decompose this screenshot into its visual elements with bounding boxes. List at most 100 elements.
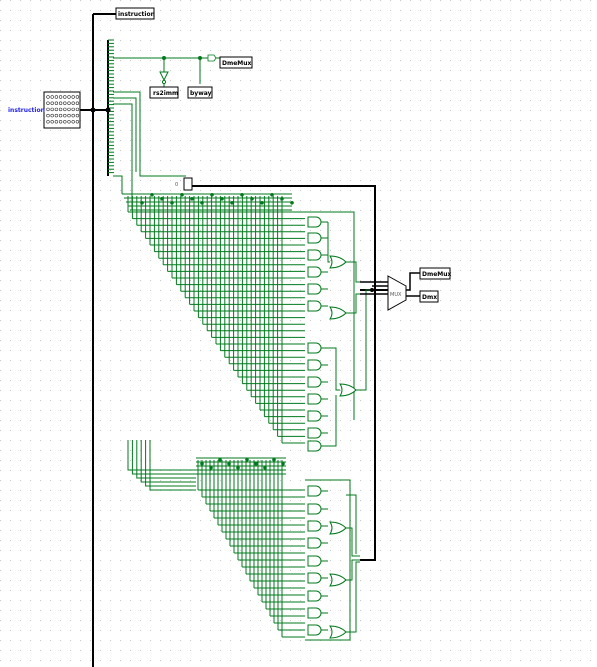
dmx-output-label: Dmx	[419, 290, 439, 303]
and-gate	[307, 607, 322, 619]
junction-dot	[272, 457, 276, 462]
junction-dot	[227, 461, 231, 466]
and-gate	[307, 440, 322, 452]
input-bit	[75, 95, 80, 99]
and-gate	[307, 572, 322, 584]
junction-dot	[200, 201, 204, 205]
junction-dot	[290, 201, 294, 205]
instruction-output-label: instruction	[115, 7, 155, 20]
and-gate	[307, 393, 322, 405]
input-bit	[63, 113, 67, 118]
input-bit	[58, 120, 63, 124]
not-gate-bubble	[161, 79, 167, 85]
junction-dot	[270, 193, 274, 197]
junction-dot	[250, 197, 254, 201]
and-gate	[307, 283, 322, 295]
input-bit	[58, 113, 63, 118]
svg-text:0: 0	[175, 182, 178, 188]
junction-dot	[190, 197, 194, 201]
circuit-canvas: instruction instruction rs2imm byway Dme…	[0, 0, 597, 667]
junction-dot	[218, 457, 222, 462]
input-bit	[63, 95, 67, 99]
svg-text:DmeMux: DmeMux	[422, 271, 452, 278]
instruction-input-label: instruction	[8, 107, 45, 114]
input-bit	[75, 113, 80, 118]
input-bit	[54, 107, 59, 112]
input-bit	[50, 101, 54, 105]
rs2imm-output-label: rs2imm	[149, 86, 179, 99]
svg-text:instruction: instruction	[118, 11, 155, 18]
byway-output-label: byway	[187, 86, 213, 99]
input-bit	[63, 107, 67, 112]
input-bit	[58, 95, 63, 99]
and-gate	[307, 555, 322, 567]
input-bit	[54, 95, 59, 99]
svg-text:MUX: MUX	[390, 292, 402, 298]
tunnel-flag	[207, 54, 217, 62]
junction-dot	[198, 56, 202, 60]
input-bit	[46, 113, 50, 118]
input-bit	[71, 113, 75, 118]
and-gate	[307, 427, 322, 439]
input-bit	[67, 101, 71, 105]
junction-dot	[260, 201, 264, 205]
input-bit	[63, 120, 67, 124]
svg-text:rs2imm: rs2imm	[153, 90, 178, 97]
input-bit	[71, 101, 75, 105]
and-gate	[307, 520, 322, 532]
junction-dot	[160, 197, 164, 201]
junction-dot	[180, 193, 184, 197]
and-gate	[307, 359, 322, 371]
svg-text:byway: byway	[190, 90, 212, 97]
junction-dot	[240, 193, 244, 197]
input-bit	[75, 107, 80, 112]
input-bit	[67, 95, 71, 99]
and-gate	[307, 376, 322, 388]
and-gate	[307, 342, 322, 354]
junction-dot	[220, 197, 224, 201]
junction-dot	[150, 193, 154, 197]
junction-dot	[200, 461, 204, 466]
input-bit	[54, 101, 59, 105]
input-bit	[46, 101, 50, 105]
input-bit	[50, 113, 54, 118]
input-bit	[50, 95, 54, 99]
junction-dot	[230, 201, 234, 205]
junction-dot	[90, 107, 96, 113]
junction-dot	[281, 461, 285, 466]
junction-dot	[140, 201, 144, 205]
input-bit	[63, 101, 67, 105]
input-bit	[46, 107, 50, 112]
and-gate	[307, 503, 322, 515]
input-bit	[67, 107, 71, 112]
input-bit	[54, 120, 59, 124]
input-bit	[71, 120, 75, 124]
input-bit	[75, 101, 80, 105]
input-bit	[50, 107, 54, 112]
junction-dot	[254, 461, 258, 466]
dmemux-top-output-label: DmeMux	[219, 56, 253, 69]
svg-text:DmeMux: DmeMux	[222, 60, 252, 67]
input-bit	[67, 120, 71, 124]
input-bit	[46, 95, 50, 99]
and-gate	[307, 537, 322, 549]
junction-dot	[170, 201, 174, 205]
input-bit	[75, 120, 80, 124]
input-bit	[46, 120, 50, 124]
junction-dot	[209, 465, 213, 470]
and-gate	[307, 232, 322, 244]
svg-text:Dmx: Dmx	[422, 294, 437, 301]
dmemux-right-output-label: DmeMux	[419, 267, 452, 280]
and-gate	[307, 249, 322, 261]
and-gate	[307, 485, 322, 497]
input-bit	[67, 113, 71, 118]
junction-dot	[210, 193, 214, 197]
junction-dot	[162, 56, 166, 60]
junction-dot	[105, 107, 111, 113]
junction-dot	[263, 465, 267, 470]
junction-dot	[280, 197, 284, 201]
input-bit	[58, 101, 63, 105]
instruction-input-pin[interactable]	[43, 91, 81, 129]
and-gate	[307, 216, 322, 228]
and-gate	[307, 300, 322, 312]
